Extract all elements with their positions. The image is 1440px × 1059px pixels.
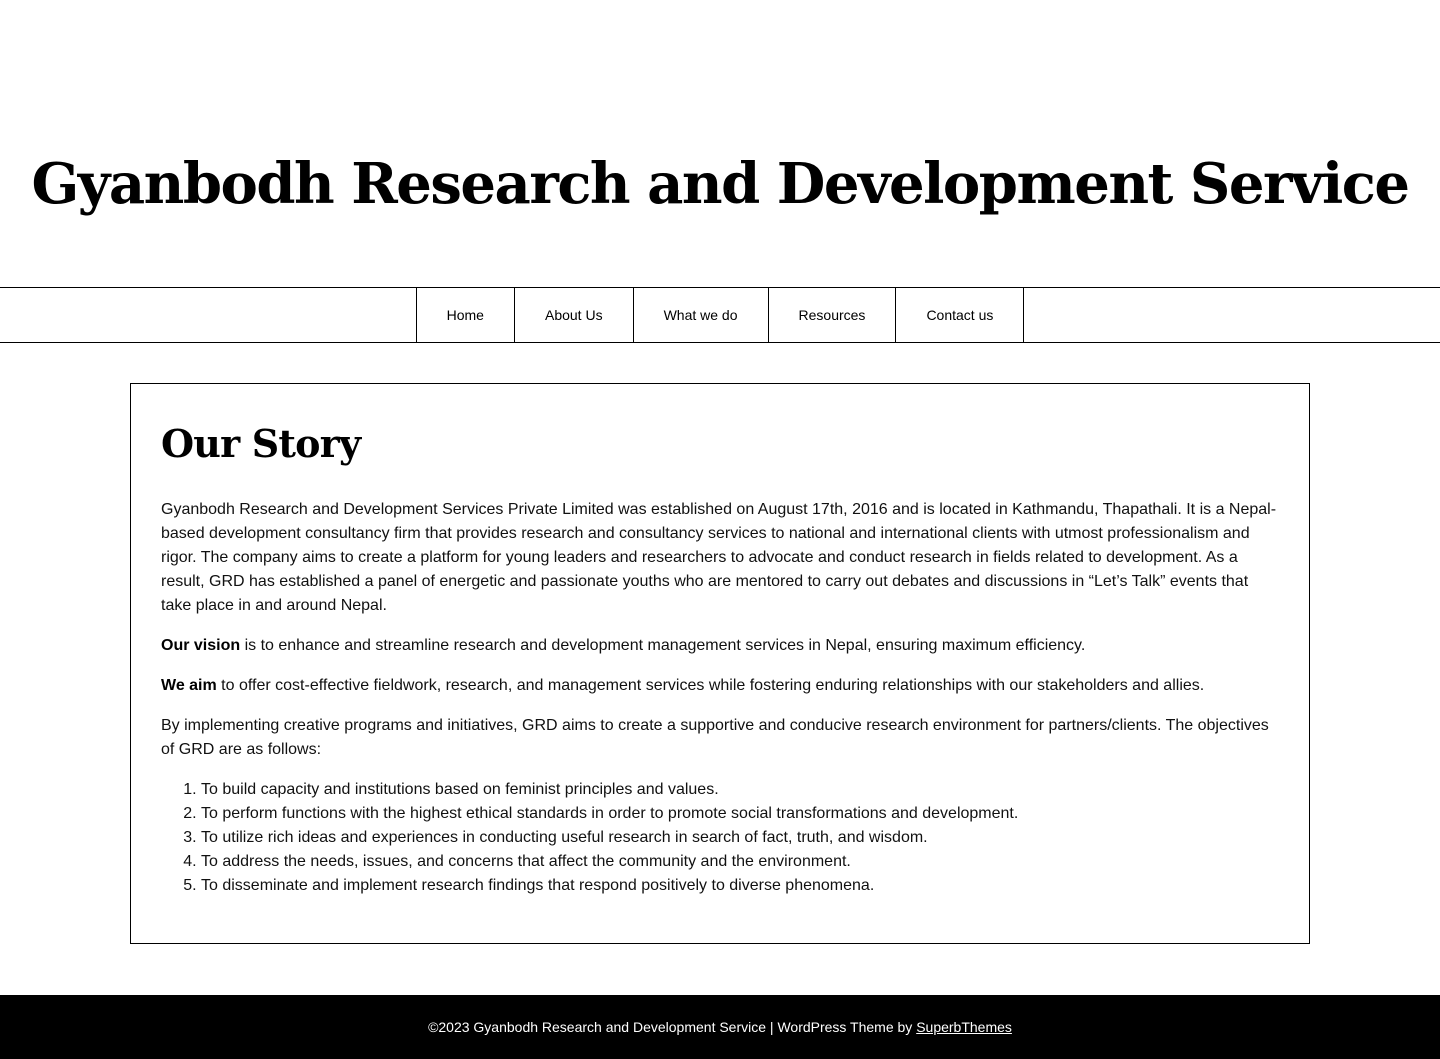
- nav-item-contact-us[interactable]: Contact us: [896, 288, 1025, 342]
- aim-text: to offer cost-effective fieldwork, resea…: [216, 677, 1205, 694]
- objective-item: To perform functions with the highest et…: [201, 802, 1279, 826]
- intro-paragraph: Gyanbodh Research and Development Servic…: [161, 501, 1277, 614]
- vision-text: is to enhance and streamline research an…: [240, 637, 1086, 654]
- nav-item-resources[interactable]: Resources: [769, 288, 897, 342]
- copyright-text: ©2023 Gyanbodh Research and Development …: [428, 1019, 917, 1035]
- aim-paragraph: We aim to offer cost-effective fieldwork…: [161, 674, 1279, 698]
- aim-label: We aim: [161, 677, 217, 694]
- nav-item-home[interactable]: Home: [417, 288, 515, 342]
- nav-item-about-us[interactable]: About Us: [515, 288, 634, 342]
- objectives-list: To build capacity and institutions based…: [161, 778, 1279, 898]
- nav-item-what-we-do[interactable]: What we do: [634, 288, 769, 342]
- page-title: Our Story: [161, 421, 361, 466]
- objective-item: To utilize rich ideas and experiences in…: [201, 826, 1279, 850]
- objective-item: To build capacity and institutions based…: [201, 778, 1279, 802]
- vision-paragraph: Our vision is to enhance and streamline …: [161, 634, 1279, 658]
- main-navigation: Home About Us What we do Resources Conta…: [0, 287, 1440, 343]
- vision-label: Our vision: [161, 637, 241, 654]
- objective-item: To address the needs, issues, and concer…: [201, 850, 1279, 874]
- objective-item: To disseminate and implement research fi…: [201, 874, 1279, 898]
- objectives-intro: By implementing creative programs and in…: [161, 717, 1269, 758]
- site-header: Gyanbodh Research and Development Servic…: [0, 0, 1440, 287]
- nav-menu: Home About Us What we do Resources Conta…: [415, 288, 1025, 342]
- site-footer: ©2023 Gyanbodh Research and Development …: [0, 995, 1440, 1059]
- site-title[interactable]: Gyanbodh Research and Development Servic…: [0, 144, 1440, 224]
- superbthemes-link[interactable]: SuperbThemes: [916, 1019, 1012, 1035]
- footer-copyright: ©2023 Gyanbodh Research and Development …: [428, 1019, 1012, 1035]
- story-content-box: Our Story Gyanbodh Research and Developm…: [130, 383, 1310, 944]
